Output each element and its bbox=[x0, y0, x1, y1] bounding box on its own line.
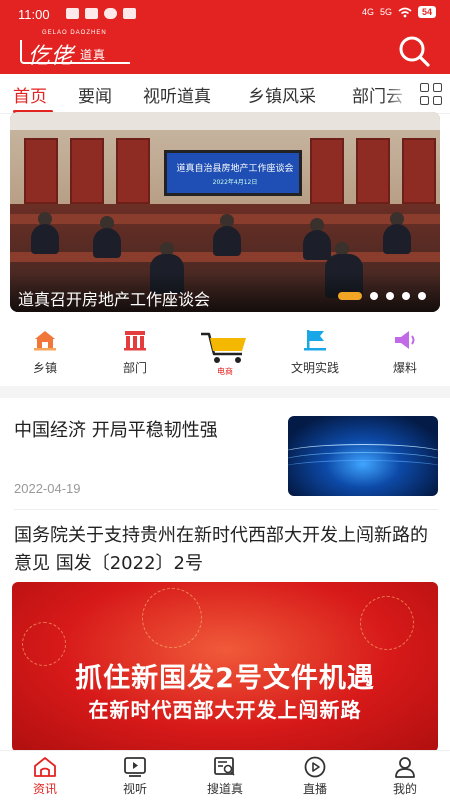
banner-photo-panel bbox=[24, 138, 58, 204]
quick-nav-civilization[interactable]: 文明实践 bbox=[270, 322, 360, 382]
bottom-nav-video[interactable]: 视听 bbox=[90, 751, 180, 800]
bottom-nav-label: 我的 bbox=[392, 782, 417, 796]
banner-photo-panel bbox=[356, 138, 390, 204]
carousel-dot-active[interactable] bbox=[338, 292, 362, 300]
banner-photo-person bbox=[213, 226, 241, 256]
news-title: 中国经济 开局平稳韧性强 bbox=[14, 420, 218, 441]
carousel-dot[interactable] bbox=[370, 292, 378, 300]
banner-projection-screen: 道真自治县房地产工作座谈会 2022年4月12日 bbox=[164, 150, 302, 196]
quick-nav-label: 爆料 bbox=[392, 361, 417, 375]
quick-nav-department[interactable]: 部门 bbox=[90, 322, 180, 382]
banner-photo-panel bbox=[402, 138, 436, 204]
banner-photo-panel bbox=[70, 138, 104, 204]
quick-nav-label: 电商 bbox=[217, 367, 233, 376]
search-doc-icon bbox=[214, 757, 235, 776]
thumbnail-wave bbox=[288, 460, 438, 478]
news-item[interactable]: 中国经济 开局平稳韧性强 2022-04-19 bbox=[0, 400, 450, 510]
image-firework bbox=[142, 588, 202, 648]
search-button[interactable] bbox=[396, 33, 432, 69]
news-title: 国务院关于支持贵州在新时代西部大开发上闯新路的意见 国发〔2022〕2号 bbox=[14, 525, 428, 574]
logo-main-text: 仡佬 bbox=[28, 44, 75, 69]
network-label: 4G bbox=[361, 7, 374, 17]
quick-nav-township[interactable]: 乡镇 bbox=[0, 322, 90, 382]
grid-icon bbox=[420, 96, 429, 105]
banner-photo-person bbox=[31, 224, 59, 254]
shopping-cart-icon bbox=[201, 332, 246, 363]
notification-icon bbox=[85, 8, 98, 19]
category-tabs: 首页 要闻 视听道真 乡镇风采 部门云 bbox=[0, 74, 450, 114]
grid-icon bbox=[433, 96, 442, 105]
notification-icon bbox=[66, 8, 79, 19]
bottom-nav-live[interactable]: 直播 bbox=[270, 751, 360, 800]
bottom-nav-label: 视听 bbox=[122, 782, 147, 796]
quick-nav-label: 文明实践 bbox=[290, 361, 339, 375]
flag-icon bbox=[304, 330, 326, 351]
megaphone-icon bbox=[395, 331, 415, 349]
quick-nav-ecommerce[interactable]: 电商 bbox=[180, 322, 270, 382]
bottom-nav-news[interactable]: 资讯 bbox=[0, 751, 90, 800]
tab-townships[interactable]: 乡镇风采 bbox=[248, 82, 316, 107]
logo-subtitle: GELAO DAOZHEN bbox=[42, 30, 107, 36]
image-subheadline: 在新时代西部大开发上闯新路 bbox=[88, 698, 362, 722]
carousel-dot[interactable] bbox=[402, 292, 410, 300]
wifi-icon bbox=[398, 7, 412, 17]
app-logo: GELAO DAOZHEN 仡佬 道真 bbox=[16, 30, 134, 69]
grid-icon bbox=[433, 83, 442, 92]
building-icon bbox=[124, 331, 146, 351]
image-headline: 抓住新国发2号文件机遇 bbox=[75, 663, 375, 694]
banner-carousel[interactable]: 道真自治县房地产工作座谈会 2022年4月12日 道真召开房地产工作座谈会 bbox=[10, 112, 440, 312]
app-header: 11:00 4G 5G 54 GELAO DAOZHEN 仡佬 道真 bbox=[0, 0, 450, 74]
carousel-indicator bbox=[338, 292, 426, 300]
bottom-nav-label: 搜道真 bbox=[206, 782, 243, 796]
tab-home[interactable]: 首页 bbox=[13, 82, 47, 107]
tab-audio-video[interactable]: 视听道真 bbox=[143, 82, 211, 107]
image-firework bbox=[360, 596, 414, 650]
banner-photo-person bbox=[303, 230, 331, 260]
banner-photo-person bbox=[93, 228, 121, 258]
section-separator bbox=[0, 386, 450, 398]
play-circle-icon bbox=[304, 756, 326, 778]
quick-nav: 乡镇 部门 电商 文明实践 爆料 bbox=[0, 322, 450, 382]
news-image: 抓住新国发2号文件机遇 在新时代西部大开发上闯新路 bbox=[12, 582, 438, 752]
search-icon bbox=[399, 36, 430, 67]
notification-icons bbox=[66, 8, 136, 19]
channel-grid-button[interactable] bbox=[420, 83, 442, 105]
bottom-nav: 资讯 视听 搜道真 直播 我的 bbox=[0, 750, 450, 800]
tabs-fade bbox=[386, 74, 410, 114]
banner-photo-panel bbox=[310, 138, 344, 204]
user-icon bbox=[395, 757, 415, 778]
house-icon bbox=[34, 331, 56, 351]
bottom-nav-search[interactable]: 搜道真 bbox=[180, 751, 270, 800]
status-right: 4G 5G 54 bbox=[362, 6, 436, 18]
news-divider bbox=[14, 509, 438, 510]
notification-icon bbox=[123, 8, 136, 19]
news-thumbnail bbox=[288, 416, 438, 496]
screen-title: 道真自治县房地产工作座谈会 bbox=[176, 164, 294, 174]
banner-caption: 道真召开房地产工作座谈会 bbox=[18, 290, 211, 309]
news-date: 2022-04-19 bbox=[14, 481, 81, 496]
carousel-dot[interactable] bbox=[418, 292, 426, 300]
status-time: 11:00 bbox=[18, 7, 50, 22]
status-bar: 11:00 4G 5G 54 bbox=[0, 0, 450, 26]
quick-nav-label: 部门 bbox=[122, 361, 147, 375]
logo-tail-text: 道真 bbox=[80, 48, 107, 62]
carousel-dot[interactable] bbox=[386, 292, 394, 300]
network-label-2: 5G bbox=[379, 7, 392, 17]
banner-photo-person bbox=[383, 224, 411, 254]
news-item[interactable]: 国务院关于支持贵州在新时代西部大开发上闯新路的意见 国发〔2022〕2号 抓住新… bbox=[0, 512, 450, 752]
quick-nav-tipoff[interactable]: 爆料 bbox=[360, 322, 450, 382]
battery-indicator: 54 bbox=[417, 6, 436, 18]
grid-icon bbox=[420, 83, 429, 92]
notification-icon bbox=[104, 8, 117, 19]
tab-headlines[interactable]: 要闻 bbox=[78, 82, 112, 107]
bottom-nav-label: 资讯 bbox=[32, 782, 57, 796]
screen-date: 2022年4月12日 bbox=[212, 179, 258, 186]
quick-nav-label: 乡镇 bbox=[32, 361, 57, 375]
tv-icon bbox=[124, 757, 146, 777]
bottom-nav-profile[interactable]: 我的 bbox=[360, 751, 450, 800]
banner-photo-panel bbox=[116, 138, 150, 204]
home-icon bbox=[34, 757, 56, 777]
bottom-nav-label: 直播 bbox=[302, 782, 327, 796]
banner-photo-ceiling bbox=[10, 112, 440, 130]
